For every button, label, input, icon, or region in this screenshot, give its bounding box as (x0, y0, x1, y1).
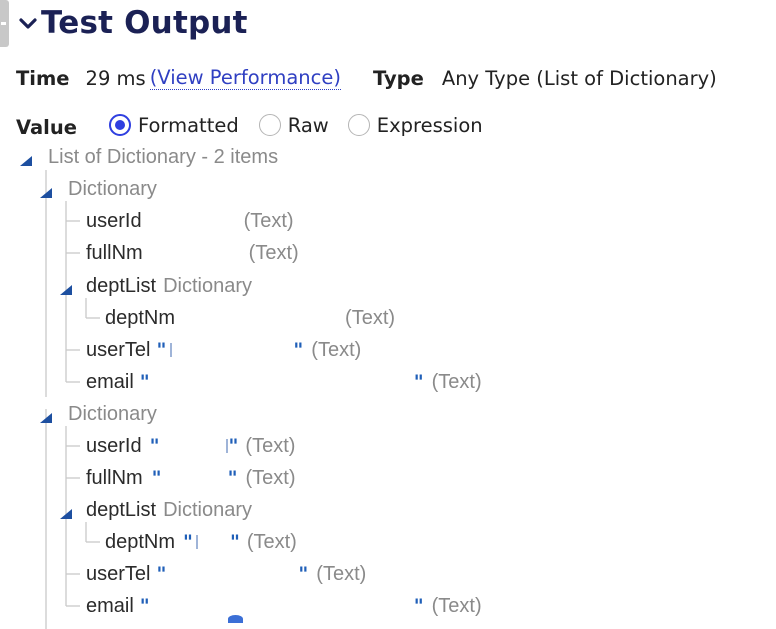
dictionary-label: Dictionary (68, 177, 157, 200)
value-open-quote: " (149, 435, 160, 457)
view-performance-link[interactable]: (View Performance) (149, 66, 341, 90)
value-label: Value (16, 115, 77, 139)
tree-dictionary-node[interactable]: Dictionary (68, 402, 157, 426)
redacted-value (225, 439, 228, 453)
time-label: Time (16, 66, 70, 90)
panel-collapse-handle[interactable] (0, 0, 9, 47)
dictionary-label: Dictionary (68, 402, 157, 425)
radio-unselected-icon[interactable] (258, 114, 281, 136)
redacted-value (170, 343, 173, 357)
radio-unselected-icon[interactable] (347, 114, 370, 136)
value-close-quote: " (413, 595, 424, 617)
time-value: 29 ms (85, 66, 146, 90)
type-value: Any Type (List of Dictionary) (441, 66, 717, 90)
field-type: (Text) (311, 338, 362, 361)
type-label: Type (372, 66, 424, 90)
tree-field-deptList[interactable]: deptList Dictionary (86, 498, 252, 522)
field-key: userTel (86, 338, 151, 361)
value-open-quote: " (183, 531, 193, 553)
field-type: (Text) (243, 209, 294, 232)
value-close-quote: " (229, 531, 240, 553)
field-type: Dictionary (163, 274, 252, 297)
field-key: email (86, 594, 134, 617)
field-key: userId (86, 434, 142, 457)
field-key: fullNm (86, 466, 143, 489)
radio-formatted-label: Formatted (137, 113, 239, 137)
field-type: (Text) (431, 594, 482, 617)
radio-raw-label: Raw (287, 113, 329, 137)
field-key: fullNm (86, 241, 143, 264)
tree-dictionary-node[interactable]: Dictionary (68, 177, 157, 201)
field-type: (Text) (316, 562, 367, 585)
value-open-quote: " (139, 371, 150, 393)
field-key: deptNm (105, 306, 176, 329)
chevron-down-icon[interactable] (17, 12, 39, 34)
tree-field-email[interactable]: email " " (Text) (86, 370, 482, 394)
value-close-quote: " (227, 467, 238, 489)
value-close-quote: " (413, 371, 424, 393)
field-type: (Text) (248, 241, 299, 264)
redacted-value (195, 535, 198, 549)
tree-field-userTel[interactable]: userTel " " (Text) (86, 562, 366, 586)
radio-expression[interactable]: Expression (347, 113, 483, 137)
tree-field-deptNm[interactable]: deptNm " " (Text) (105, 530, 297, 554)
value-close-quote: " (298, 563, 309, 585)
tree-field-userTel[interactable]: userTel " " (Text) (86, 338, 361, 362)
value-close-quote: " (293, 339, 304, 361)
value-open-quote: " (156, 339, 167, 361)
page-title: Test Output (41, 5, 248, 41)
tree-field-userId[interactable]: userId (Text) (86, 209, 294, 233)
value-close-quote: " (228, 435, 239, 457)
tree-field-fullNm[interactable]: fullNm " " (Text) (86, 466, 295, 490)
tree-field-userId[interactable]: userId " " (Text) (86, 434, 295, 458)
radio-formatted[interactable]: Formatted (108, 113, 239, 137)
field-type: (Text) (246, 530, 297, 553)
meta-row: Time 29 ms (View Performance) Type Any T… (16, 64, 717, 92)
value-open-quote: " (156, 563, 167, 585)
collapse-triangle-icon[interactable] (40, 185, 52, 198)
section-header: Test Output (17, 2, 248, 44)
tree-field-deptNm[interactable]: deptNm (Text) (105, 306, 395, 330)
radio-raw[interactable]: Raw (258, 113, 329, 137)
tree-field-fullNm[interactable]: fullNm (Text) (86, 241, 299, 265)
collapse-triangle-icon[interactable] (60, 506, 72, 519)
collapse-triangle-icon[interactable] (60, 282, 72, 295)
value-row: Value Formatted Raw Expression (16, 110, 483, 140)
field-type: (Text) (245, 434, 296, 457)
tree-root-node[interactable]: List of Dictionary - 2 items (48, 145, 278, 169)
value-open-quote: " (139, 595, 150, 617)
collapse-triangle-icon[interactable] (40, 410, 52, 423)
tree-field-deptList[interactable]: deptList Dictionary (86, 274, 252, 298)
radio-selected-icon[interactable] (108, 114, 131, 136)
value-open-quote: " (151, 467, 162, 489)
field-key: userId (86, 209, 142, 232)
field-key: email (86, 370, 134, 393)
field-key: deptNm (105, 530, 176, 553)
collapse-triangle-icon[interactable] (20, 153, 32, 166)
field-type: (Text) (431, 370, 482, 393)
radio-expression-label: Expression (376, 113, 483, 137)
output-tree: List of Dictionary - 2 items Dictionary … (0, 0, 776, 629)
field-key: userTel (86, 562, 151, 585)
field-key: deptList (86, 498, 157, 521)
field-key: deptList (86, 274, 157, 297)
tree-root-label: List of Dictionary - 2 items (48, 145, 279, 168)
field-type: (Text) (345, 306, 396, 329)
field-type: Dictionary (163, 498, 252, 521)
field-type: (Text) (245, 466, 296, 489)
tree-field-email[interactable]: email " " (Text) (86, 594, 482, 618)
